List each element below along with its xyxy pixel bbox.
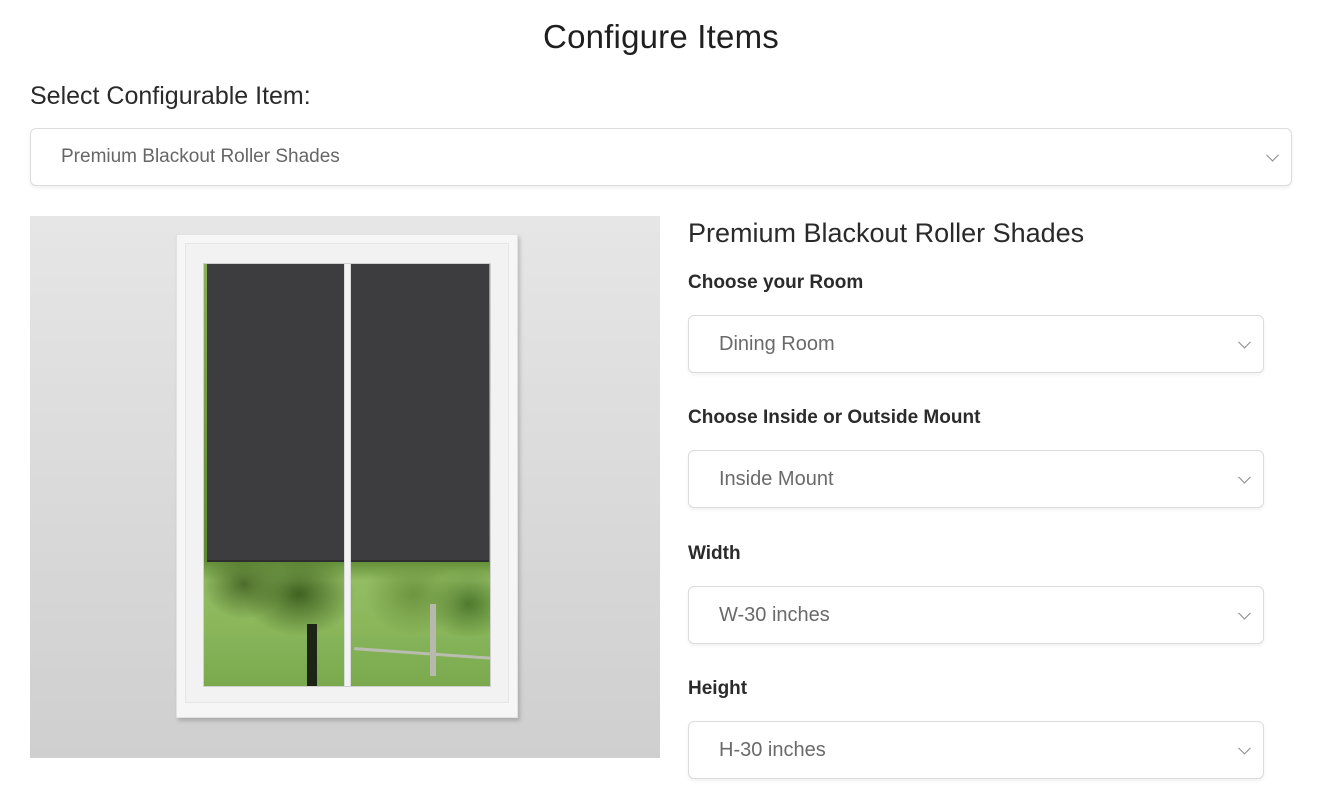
room-value: Dining Room: [719, 332, 835, 355]
window-glass: [203, 263, 491, 687]
tree-trunk: [307, 624, 317, 686]
configurable-item-select[interactable]: Premium Blackout Roller Shades: [30, 128, 1292, 186]
width-select[interactable]: W-30 inches: [688, 586, 1264, 644]
chevron-down-icon: [1238, 335, 1251, 349]
chevron-down-icon: [1238, 606, 1251, 620]
select-item-label: Select Configurable Item:: [30, 82, 311, 110]
mount-select[interactable]: Inside Mount: [688, 450, 1264, 508]
product-image: [30, 216, 660, 758]
roller-shade-left: [207, 264, 344, 562]
roller-shade-right: [351, 264, 489, 562]
room-select[interactable]: Dining Room: [688, 315, 1264, 373]
mount-label: Choose Inside or Outside Mount: [688, 407, 981, 428]
window-mullion: [344, 264, 351, 686]
room-label: Choose your Room: [688, 272, 864, 293]
chevron-down-icon: [1266, 148, 1279, 162]
width-label: Width: [688, 543, 741, 564]
product-title: Premium Blackout Roller Shades: [688, 218, 1085, 248]
chevron-down-icon: [1238, 741, 1251, 755]
mount-value: Inside Mount: [719, 467, 834, 490]
window-frame: [176, 234, 518, 718]
width-value: W-30 inches: [719, 603, 830, 626]
height-value: H-30 inches: [719, 738, 826, 761]
configurable-item-value: Premium Blackout Roller Shades: [61, 146, 340, 167]
chevron-down-icon: [1238, 470, 1251, 484]
birch-trunk: [430, 604, 436, 676]
height-label: Height: [688, 678, 748, 699]
page-title: Configure Items: [543, 18, 779, 55]
height-select[interactable]: H-30 inches: [688, 721, 1264, 779]
